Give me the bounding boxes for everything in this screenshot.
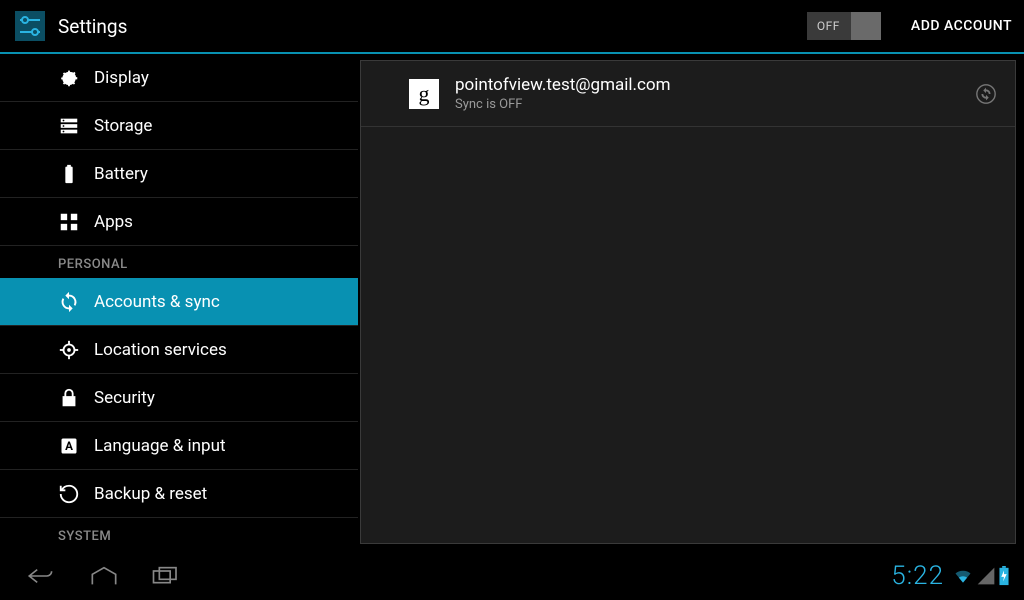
sidebar-item-security[interactable]: Security [0, 374, 358, 422]
page-title: Settings [58, 15, 127, 38]
account-email: pointofview.test@gmail.com [455, 75, 671, 95]
wifi-icon [952, 566, 974, 586]
account-sync-status: Sync is OFF [455, 97, 671, 112]
sidebar-item-display[interactable]: Display [0, 54, 358, 102]
nav-home-button[interactable] [76, 562, 132, 590]
system-nav-bar: 5:22 [0, 552, 1024, 600]
settings-app-icon [12, 8, 48, 44]
status-clock: 5:22 [891, 561, 944, 591]
account-row[interactable]: g pointofview.test@gmail.com Sync is OFF [361, 61, 1015, 127]
nav-recent-button[interactable] [138, 562, 194, 590]
backup-icon [58, 483, 80, 505]
action-bar: Settings OFF ADD ACCOUNT [0, 0, 1024, 54]
storage-icon [58, 115, 80, 137]
sidebar-item-label: Display [94, 68, 149, 88]
lock-icon [58, 387, 80, 409]
sidebar-header-personal: PERSONAL [0, 246, 358, 278]
google-account-icon: g [409, 79, 439, 109]
sidebar-item-label: Location services [94, 340, 227, 360]
sidebar-item-label: Battery [94, 164, 148, 184]
battery-charging-icon [998, 566, 1010, 586]
location-icon [58, 339, 80, 361]
sidebar-item-storage[interactable]: Storage [0, 102, 358, 150]
sidebar-item-backup[interactable]: Backup & reset [0, 470, 358, 518]
language-icon: A [58, 435, 80, 457]
svg-text:A: A [65, 439, 73, 453]
sidebar-item-label: Security [94, 388, 155, 408]
sidebar-item-label: Apps [94, 212, 133, 232]
add-account-button[interactable]: ADD ACCOUNT [911, 18, 1012, 34]
sync-icon [58, 291, 80, 313]
signal-icon [976, 566, 996, 586]
nav-back-button[interactable] [14, 562, 70, 590]
sidebar-item-apps[interactable]: Apps [0, 198, 358, 246]
toggle-label: OFF [817, 19, 840, 33]
sidebar-item-label: Accounts & sync [94, 292, 220, 312]
battery-icon [58, 163, 80, 185]
display-icon [58, 67, 80, 89]
apps-icon [58, 211, 80, 233]
sidebar-item-battery[interactable]: Battery [0, 150, 358, 198]
toggle-knob [851, 12, 881, 40]
sidebar-item-language[interactable]: A Language & input [0, 422, 358, 470]
sidebar-item-label: Language & input [94, 436, 226, 456]
settings-sidebar[interactable]: Display Storage Battery Apps PERSONAL [0, 54, 358, 552]
account-sync-icon [975, 83, 997, 105]
sync-master-toggle[interactable]: OFF [807, 12, 881, 40]
detail-panel: g pointofview.test@gmail.com Sync is OFF [360, 60, 1016, 544]
sidebar-item-label: Storage [94, 116, 152, 136]
sidebar-header-system: SYSTEM [0, 518, 358, 550]
sidebar-item-location[interactable]: Location services [0, 326, 358, 374]
sidebar-item-accounts-sync[interactable]: Accounts & sync [0, 278, 358, 326]
sidebar-item-label: Backup & reset [94, 484, 207, 504]
